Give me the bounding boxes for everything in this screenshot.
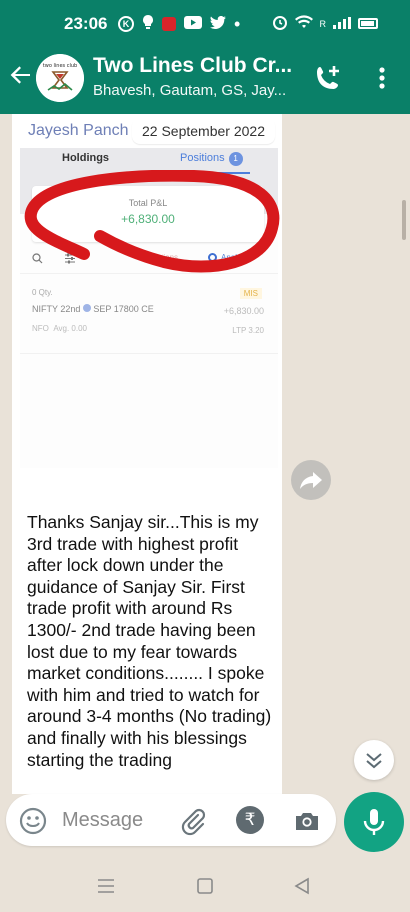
weekly-badge-icon <box>82 304 91 312</box>
position-exchange: NFO Avg. 0.00 <box>32 324 87 333</box>
tab-holdings: Holdings <box>62 152 110 164</box>
back-arrow-icon[interactable] <box>8 62 36 90</box>
battery-icon <box>358 18 378 29</box>
more-options-icon[interactable] <box>372 64 392 92</box>
system-nav-bar <box>0 862 410 912</box>
mic-icon <box>363 809 385 835</box>
tab-positions: Positions 1 <box>180 152 243 166</box>
status-right-icons: R <box>272 14 378 33</box>
add-call-icon[interactable] <box>312 62 344 94</box>
bulb-icon <box>142 14 154 33</box>
position-exchange-text: NFO <box>32 324 49 333</box>
chat-header: two lines club Two Lines Club Cr... Bhav… <box>0 46 410 114</box>
red-scribble-circle <box>24 170 280 273</box>
message-composer: Message ₹ <box>6 794 336 846</box>
position-pnl: +6,830.00 <box>223 306 264 316</box>
status-time: 23:06 <box>64 14 108 33</box>
camera-icon[interactable] <box>292 806 322 836</box>
position-qty: 0 Qty. <box>32 288 53 297</box>
k-circle-icon: K <box>118 15 134 32</box>
attach-icon[interactable] <box>178 806 208 836</box>
group-avatar[interactable]: two lines club <box>36 54 84 102</box>
home-icon[interactable] <box>193 874 217 898</box>
red-app-icon <box>162 16 176 31</box>
date-chip: 22 September 2022 <box>132 118 275 144</box>
position-avg: Avg. 0.00 <box>53 324 87 333</box>
status-bar: 23:06 K • R <box>0 0 410 46</box>
mic-button[interactable] <box>344 792 404 852</box>
message-text[interactable]: Thanks Sanjay sir...This is my 3rd trade… <box>27 512 277 771</box>
scroll-down-button[interactable] <box>354 740 394 780</box>
emoji-icon[interactable] <box>18 806 48 836</box>
alarm-icon <box>272 14 288 33</box>
tab-count-badge: 1 <box>228 152 243 166</box>
signal-label: R <box>319 18 327 29</box>
chat-subtitle[interactable]: Bhavesh, Gautam, GS, Jay... <box>93 82 299 99</box>
position-ltp: LTP 3.20 <box>232 326 264 335</box>
back-triangle-icon[interactable] <box>290 874 314 898</box>
wifi-icon <box>294 15 313 32</box>
avatar-text: two lines club <box>43 63 77 69</box>
signal-icon <box>333 16 351 32</box>
youtube-icon <box>184 15 202 32</box>
rupee-icon[interactable]: ₹ <box>236 806 264 834</box>
message-input[interactable]: Message <box>62 809 143 832</box>
forward-button[interactable] <box>291 460 331 500</box>
position-symbol: NIFTY 22nd SEP 17800 CE <box>32 304 154 314</box>
position-product: MIS <box>239 288 262 299</box>
tab-positions-label: Positions <box>180 152 225 164</box>
chat-area[interactable]: Jayesh Panch 22 September 2022 Holdings … <box>0 114 410 794</box>
position-row: 0 Qty. MIS NIFTY 22nd SEP 17800 CE +6,83… <box>20 280 278 354</box>
position-contract: SEP 17800 CE <box>93 304 154 314</box>
position-symbol-text: NIFTY 22nd <box>32 304 81 314</box>
message-sender[interactable]: Jayesh Panch <box>28 122 129 140</box>
twitter-icon <box>210 15 226 32</box>
dot-icon: • <box>234 13 241 34</box>
status-left-icons: K • <box>118 14 240 33</box>
scrollbar-thumb[interactable] <box>402 200 406 240</box>
chat-title[interactable]: Two Lines Club Cr... <box>93 54 299 78</box>
menu-icon[interactable] <box>94 874 118 898</box>
